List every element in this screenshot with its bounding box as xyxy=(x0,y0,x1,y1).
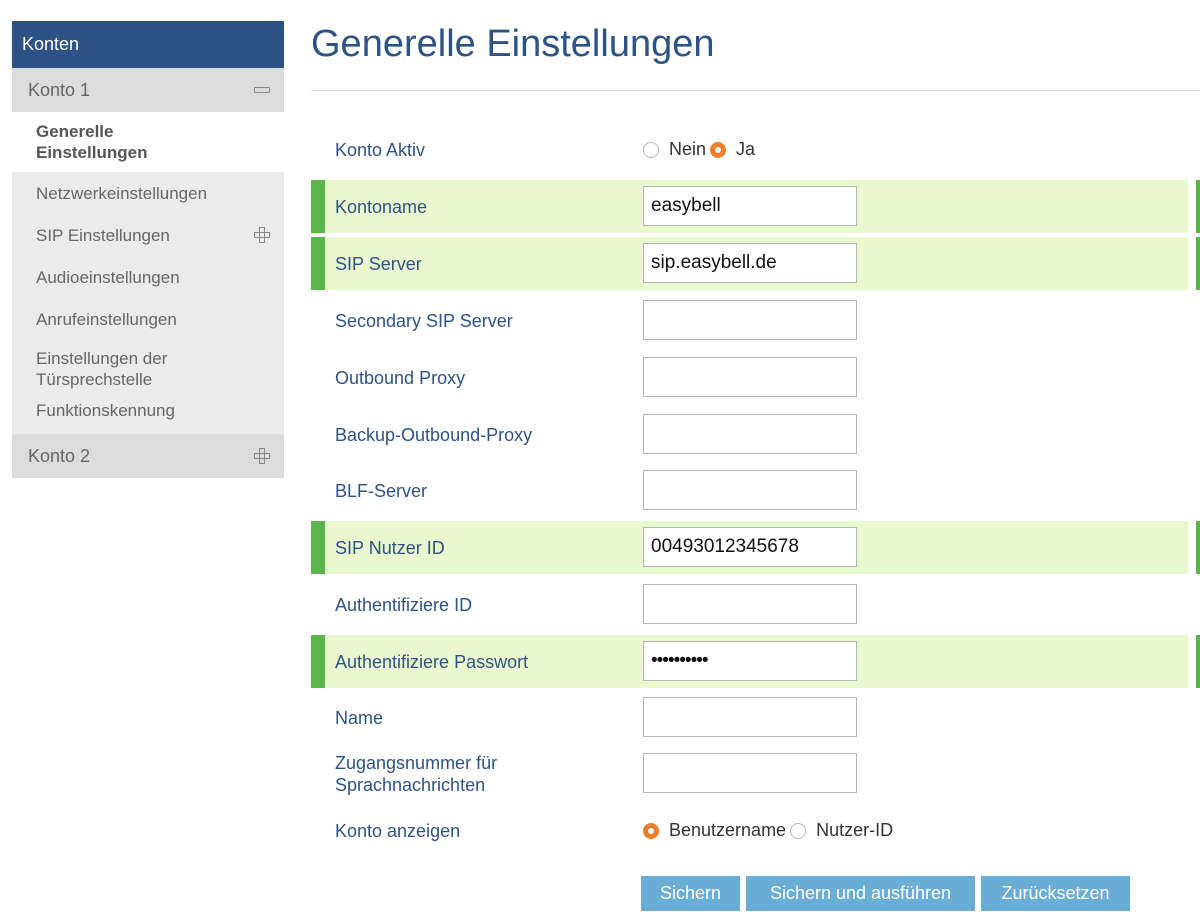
expand-icon[interactable] xyxy=(254,227,270,243)
field-label: Backup-Outbound-Proxy xyxy=(335,424,533,445)
name-input[interactable] xyxy=(643,697,857,737)
radio-label-nein: Nein xyxy=(669,139,707,159)
field-label: BLF-Server xyxy=(335,480,428,501)
row-outbound-proxy: Outbound Proxy xyxy=(311,351,1188,404)
zugangsnummer-input[interactable] xyxy=(643,753,857,793)
sidebar-item-funktionskennung[interactable]: Funktionskennung xyxy=(12,398,284,434)
field-label: Name xyxy=(335,707,384,728)
field-label: Authentifiziere Passwort xyxy=(335,651,529,672)
backup-outbound-proxy-input[interactable] xyxy=(643,414,857,454)
sidebar-item-tuersprechstelle[interactable]: Einstellungen der Türsprechstelle xyxy=(12,340,284,398)
reset-button[interactable]: Zurücksetzen xyxy=(981,876,1130,911)
row-blf-server: BLF-Server xyxy=(311,464,1188,517)
sidebar-items: Generelle Einstellungen Netzwerkeinstell… xyxy=(12,112,284,434)
row-secondary-sip-server: Secondary SIP Server xyxy=(311,294,1188,347)
field-label: Authentifiziere ID xyxy=(335,594,473,615)
row-authentifiziere-id: Authentifiziere ID xyxy=(311,578,1188,631)
field-label: SIP Server xyxy=(335,253,422,274)
sidebar: Konten Konto 1 Generelle Einstellungen N… xyxy=(12,21,284,478)
radio-label-benutzername: Benutzername xyxy=(669,820,787,840)
row-sip-server: SIP Server xyxy=(311,237,1200,290)
sidebar-group-konto-1[interactable]: Konto 1 xyxy=(12,68,284,112)
sip-nutzer-id-input[interactable] xyxy=(643,527,857,567)
radio-nein[interactable] xyxy=(643,141,659,158)
sidebar-item-generelle-einstellungen[interactable]: Generelle Einstellungen xyxy=(12,112,284,172)
outbound-proxy-input[interactable] xyxy=(643,357,857,397)
field-label: Kontoname xyxy=(335,196,428,217)
blf-server-input[interactable] xyxy=(643,470,857,510)
radio-benutzername[interactable] xyxy=(643,822,659,839)
kontoname-input[interactable] xyxy=(643,186,857,226)
field-label: Outbound Proxy xyxy=(335,367,466,388)
field-label: Secondary SIP Server xyxy=(335,310,513,331)
sidebar-item-label: SIP Einstellungen xyxy=(36,225,170,245)
sidebar-item-netzwerkeinstellungen[interactable]: Netzwerkeinstellungen xyxy=(12,172,284,214)
sidebar-group-konto-2[interactable]: Konto 2 xyxy=(12,434,284,478)
row-authentifiziere-passwort: Authentifiziere Passwort xyxy=(311,635,1200,688)
konto-aktiv-radio-group: Nein Ja xyxy=(643,123,759,176)
save-apply-button[interactable]: Sichern und ausführen xyxy=(746,876,975,911)
title-divider xyxy=(311,90,1200,91)
expand-icon[interactable] xyxy=(254,448,270,464)
field-label: Zugangsnummer für Sprachnachrichten xyxy=(335,752,498,795)
row-konto-anzeigen: Konto anzeigen Benutzername Nutzer-ID xyxy=(311,804,1188,857)
page-title: Generelle Einstellungen xyxy=(311,23,715,65)
sidebar-item-audioeinstellungen[interactable]: Audioeinstellungen xyxy=(12,256,284,298)
row-zugangsnummer: Zugangsnummer für Sprachnachrichten xyxy=(311,747,1188,800)
save-button[interactable]: Sichern xyxy=(641,876,740,911)
radio-nutzer-id[interactable] xyxy=(790,822,807,839)
field-label: Konto Aktiv xyxy=(335,139,426,160)
row-name: Name xyxy=(311,691,1188,744)
sidebar-item-label: Einstellungen der Türsprechstelle xyxy=(36,349,168,389)
row-backup-outbound-proxy: Backup-Outbound-Proxy xyxy=(311,408,1188,461)
konto-anzeigen-radio-group: Benutzername Nutzer-ID xyxy=(643,804,897,857)
authentifiziere-id-input[interactable] xyxy=(643,584,857,624)
sidebar-item-label: Anrufeinstellungen xyxy=(36,309,177,329)
field-label: SIP Nutzer ID xyxy=(335,537,445,558)
sidebar-item-label: Funktionskennung xyxy=(36,401,175,420)
sidebar-item-label: Netzwerkeinstellungen xyxy=(36,183,208,203)
sidebar-item-sip-einstellungen[interactable]: SIP Einstellungen xyxy=(12,214,284,256)
field-label: Konto anzeigen xyxy=(335,820,461,841)
sip-server-input[interactable] xyxy=(643,243,857,283)
collapse-icon[interactable] xyxy=(254,87,270,93)
sidebar-item-anrufeinstellungen[interactable]: Anrufeinstellungen xyxy=(12,298,284,340)
radio-ja[interactable] xyxy=(710,141,727,158)
sidebar-group-label: Konto 2 xyxy=(28,446,91,466)
row-sip-nutzer-id: SIP Nutzer ID xyxy=(311,521,1200,574)
sidebar-item-label: Audioeinstellungen xyxy=(36,267,180,287)
password-input[interactable] xyxy=(643,641,857,681)
sidebar-item-label: Generelle Einstellungen xyxy=(36,122,148,162)
radio-label-nutzer-id: Nutzer-ID xyxy=(816,820,894,840)
radio-label-ja: Ja xyxy=(736,139,756,159)
row-kontoname: Kontoname xyxy=(311,180,1200,233)
sidebar-header[interactable]: Konten xyxy=(12,21,284,68)
sidebar-group-label: Konto 1 xyxy=(28,80,91,100)
row-konto-aktiv: Konto Aktiv Nein Ja xyxy=(311,123,1188,176)
secondary-sip-server-input[interactable] xyxy=(643,300,857,340)
